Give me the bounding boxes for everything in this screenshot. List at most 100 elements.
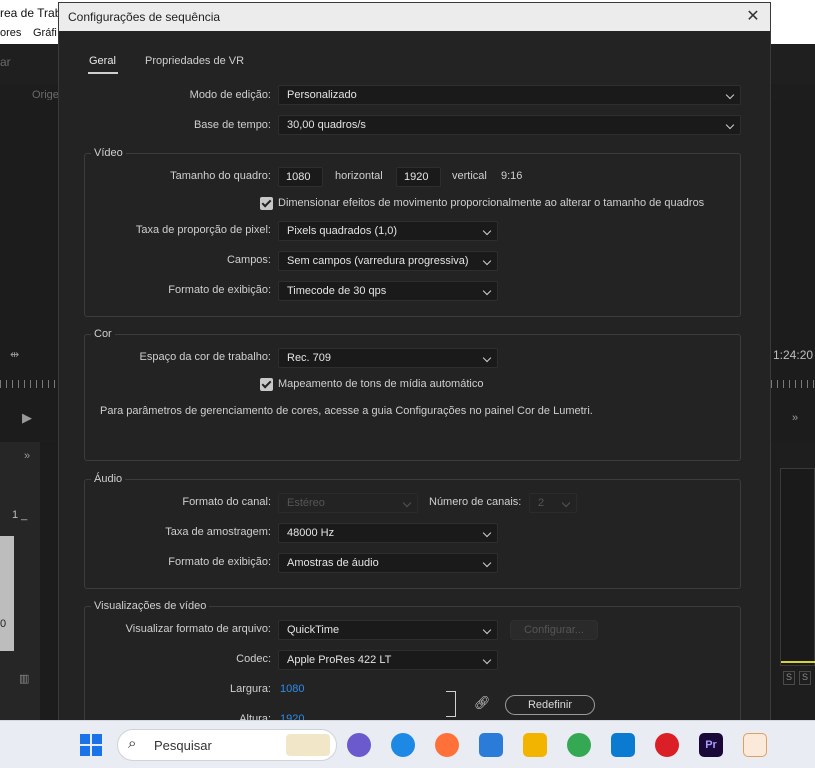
sample-rate-value: 48000 Hz [287,527,335,539]
background-playhead-icon[interactable]: ⇹ [10,348,19,361]
channel-format-label: Formato do canal: [182,496,271,508]
scale-motion-effects-checkbox[interactable] [260,197,273,210]
video-display-format-value: Timecode de 30 qps [287,285,387,297]
background-forward-icon[interactable]: » [792,412,798,424]
background-left-panel [0,100,58,440]
preview-width-value[interactable]: 1080 [280,683,304,695]
tab-propriedades-vr[interactable]: Propriedades de VR [145,55,244,67]
dialog-title: Configurações de sequência [68,10,221,24]
preview-width-label: Largura: [230,683,271,695]
timebase-label: Base de tempo: [193,119,271,131]
fields-label: Campos: [226,254,271,266]
pixel-aspect-select[interactable]: Pixels quadrados (1,0) [278,221,498,241]
sample-rate-select[interactable]: 48000 Hz [278,523,498,543]
pixel-aspect-label: Taxa de proporção de pixel: [135,224,271,236]
pixel-aspect-value: Pixels quadrados (1,0) [287,225,398,237]
background-meter-icon: ▥ [19,673,30,685]
background-label: 0 [0,618,7,630]
background-ruler [0,380,58,388]
fields-value: Sem campos (varredura progressiva) [287,255,469,267]
file-explorer-icon[interactable] [523,733,547,757]
channel-count-select[interactable]: 2 [529,493,577,513]
vscode-icon[interactable] [611,733,635,757]
chrome-icon[interactable] [567,733,591,757]
color-info-text: Para parâmetros de gerenciamento de core… [100,405,593,417]
sequence-settings-dialog: Configurações de sequência ✕ Geral Propr… [58,2,771,768]
creative-cloud-icon[interactable] [655,733,679,757]
sample-rate-label: Taxa de amostragem: [165,526,271,538]
edge-browser-icon[interactable] [391,733,415,757]
chevron-down-icon [482,558,492,568]
background-menu-item[interactable]: Gráfi [33,27,57,39]
link-bracket [446,691,456,717]
firefox-icon[interactable] [435,733,459,757]
fields-select[interactable]: Sem campos (varredura progressiva) [278,251,498,271]
working-color-space-select[interactable]: Rec. 709 [278,348,498,368]
search-placeholder: Pesquisar [154,738,212,753]
channel-count-value: 2 [538,497,545,509]
working-color-space-value: Rec. 709 [287,352,332,364]
premiere-pro-icon[interactable]: Pr [699,733,723,757]
background-audio-meter [780,468,815,666]
taskbar-search[interactable]: ⌕ Pesquisar [117,729,337,761]
channel-format-select[interactable]: Estéreo [278,493,418,513]
preview-file-format-select[interactable]: QuickTime [278,620,498,640]
video-display-format-select[interactable]: Timecode de 30 qps [278,281,498,301]
close-icon[interactable]: ✕ [742,6,764,28]
edit-mode-select[interactable]: Personalizado [278,85,741,105]
reset-button[interactable]: Redefinir [505,695,595,715]
background-ruler [771,380,815,388]
background-solo-button[interactable]: S [783,671,795,685]
background-meter-level [781,661,815,663]
frame-width-input[interactable] [278,167,323,187]
dialog-titlebar[interactable]: Configurações de sequência ✕ [59,3,770,31]
chevron-down-icon [482,353,492,363]
tab-geral[interactable]: Geral [89,55,116,67]
chevron-down-icon [402,498,412,508]
working-color-space-label: Espaço da cor de trabalho: [139,351,271,363]
chevron-down-icon [482,655,492,665]
chevron-down-icon [482,226,492,236]
chevron-down-icon [725,90,735,100]
meet-app-icon[interactable] [347,733,371,757]
frame-size-label: Tamanho do quadro: [170,170,271,182]
channel-format-value: Estéreo [287,497,325,509]
frame-height-input[interactable] [396,167,441,187]
auto-tone-mapping-label: Mapeamento de tons de mídia automático [278,378,484,390]
background-menu-item[interactable]: ores [0,27,21,39]
audio-display-format-value: Amostras de áudio [287,557,379,569]
configure-button[interactable]: Configurar... [510,620,598,640]
aspect-ratio-text: 9:16 [501,170,523,182]
windows-start-icon[interactable] [80,734,102,756]
background-expand-icon[interactable]: » [24,450,30,462]
chevron-down-icon [725,120,735,130]
chevron-down-icon [482,528,492,538]
snipping-tool-icon[interactable] [743,733,767,757]
background-thumbnail [0,536,14,651]
channel-count-label: Número de canais: [429,496,522,508]
windows-taskbar: ⌕ Pesquisar Pr [0,720,815,768]
auto-tone-mapping-checkbox[interactable] [260,378,273,391]
audio-section-title: Áudio [91,473,126,485]
chevron-down-icon [482,625,492,635]
horizontal-label: horizontal [335,170,383,182]
edit-mode-value: Personalizado [287,89,357,101]
edit-mode-label: Modo de edição: [189,89,271,101]
search-highlight-image [286,734,330,756]
background-play-icon[interactable]: ▶ [22,410,32,426]
audio-display-format-label: Formato de exibição: [168,556,271,568]
audio-display-format-select[interactable]: Amostras de áudio [278,553,498,573]
chevron-down-icon [561,498,571,508]
codec-select[interactable]: Apple ProRes 422 LT [278,650,498,670]
color-section-title: Cor [91,328,115,340]
chevron-down-icon [482,256,492,266]
link-chain-icon[interactable]: 🔗︎ [474,695,491,711]
timebase-select[interactable]: 30,00 quadros/s [278,115,741,135]
codec-label: Codec: [236,653,271,665]
codec-value: Apple ProRes 422 LT [287,654,392,666]
store-icon[interactable] [479,733,503,757]
preview-file-format-value: QuickTime [287,624,340,636]
background-right-panel [771,100,815,440]
background-solo-button[interactable]: S [799,671,811,685]
background-workspace-text: rea de Trab [0,6,62,20]
